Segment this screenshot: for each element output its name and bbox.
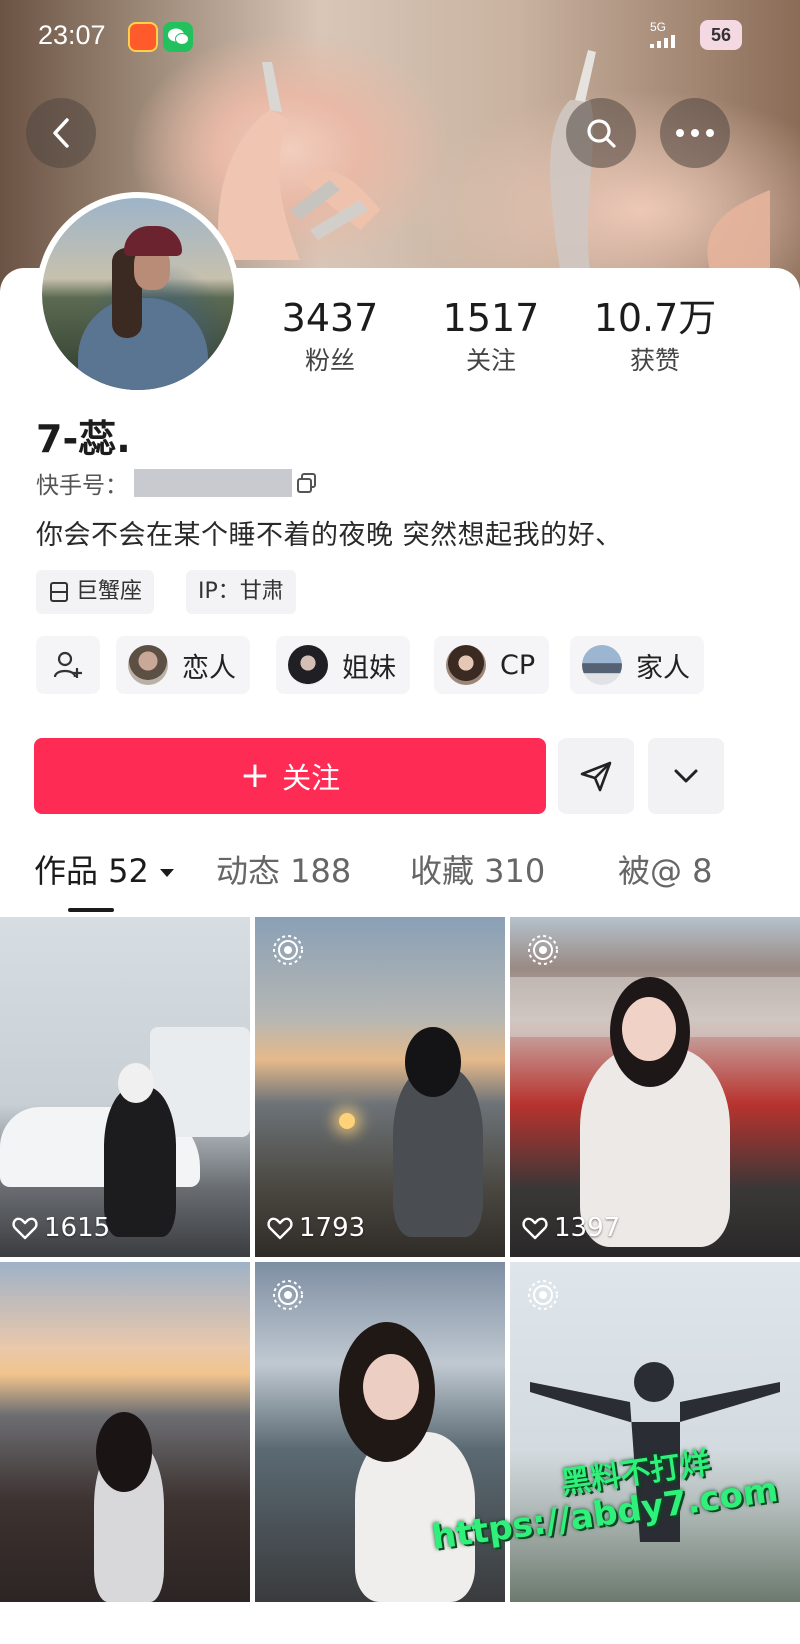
relation-label: 家人 [636, 652, 690, 684]
relation-avatar [446, 645, 486, 685]
stat-value: 1517 [442, 296, 540, 340]
like-count: 1793 [267, 1213, 365, 1243]
ip-location-tag: IP：甘肃 [186, 570, 296, 614]
stat-label: 获赞 [629, 346, 680, 375]
stat-value: 3437 [281, 296, 379, 340]
relation-avatar [128, 645, 168, 685]
more-options-dropdown[interactable] [648, 738, 724, 814]
like-count-value: 1793 [299, 1213, 366, 1243]
signal-icon: 5G [650, 20, 680, 48]
live-photo-icon [528, 935, 558, 965]
zodiac-tag: 巨蟹座 [36, 570, 155, 614]
relation-label: 恋人 [182, 652, 236, 684]
add-friend-icon [53, 651, 82, 678]
relationship-row: 恋人 姐妹 CP 家人 [0, 636, 800, 696]
relation-avatar [288, 645, 328, 685]
wechat-notification-icon [163, 22, 193, 52]
stat-following[interactable]: 1517 关注 [406, 296, 576, 378]
user-id-redacted [134, 469, 292, 497]
active-tab-indicator [68, 908, 114, 912]
copy-icon[interactable] [296, 472, 318, 494]
more-icon [676, 129, 714, 137]
relation-family[interactable]: 家人 [570, 636, 704, 694]
username: 7-蕊. [36, 417, 131, 461]
banner-photo-decoration [550, 50, 770, 280]
heart-icon [522, 1217, 548, 1240]
like-count: 1615 [12, 1213, 110, 1243]
relation-cp[interactable]: CP [434, 636, 550, 694]
back-icon [53, 118, 69, 148]
add-relation-button[interactable] [36, 636, 100, 694]
send-icon [580, 761, 612, 792]
profile-stats: 3437 粉丝 1517 关注 10.7万 获赞 [0, 296, 800, 376]
ip-text: IP：甘肃 [198, 579, 284, 604]
like-count: 1397 [522, 1213, 620, 1243]
relation-sister[interactable]: 姐妹 [276, 636, 410, 694]
more-button[interactable] [660, 98, 730, 168]
post-grid: 1615 1793 1397 [0, 917, 800, 1644]
post-thumbnail[interactable]: 1615 [0, 917, 250, 1257]
relation-avatar [582, 645, 622, 685]
like-count-value: 1615 [44, 1213, 111, 1243]
tab-favorites[interactable]: 收藏 310 [410, 846, 545, 892]
post-thumbnail[interactable]: 1793 [255, 917, 505, 1257]
heart-icon [267, 1217, 293, 1240]
stat-fans[interactable]: 3437 粉丝 [245, 296, 415, 378]
live-photo-icon [528, 1280, 558, 1310]
follow-button[interactable]: + 关注 [34, 738, 546, 814]
tab-label: 作品 52 [34, 852, 149, 890]
user-id-label: 快手号： [36, 473, 128, 499]
send-message-button[interactable] [558, 738, 634, 814]
follow-label: 关注 [282, 761, 341, 795]
battery-indicator: 56 [700, 20, 742, 50]
watermark: 黑料不打烊 https://abdy7.com [420, 1446, 790, 1558]
notification-app-icon [128, 22, 158, 52]
plus-icon: + [239, 755, 271, 796]
stat-label: 粉丝 [304, 346, 355, 375]
chevron-down-icon [674, 769, 698, 783]
post-thumbnail[interactable]: 1397 [510, 917, 800, 1257]
stat-likes[interactable]: 10.7万 获赞 [570, 296, 740, 378]
zodiac-text: 巨蟹座 [76, 579, 143, 604]
search-button[interactable] [566, 98, 636, 168]
content-tabs: 作品 52 动态 188 收藏 310 被@ 8 [0, 846, 800, 916]
tab-moments[interactable]: 动态 188 [216, 846, 351, 892]
stat-label: 关注 [465, 346, 516, 375]
caret-down-icon [160, 869, 175, 877]
like-count-value: 1397 [554, 1213, 621, 1243]
tab-label: 收藏 310 [410, 852, 546, 890]
bio: 你会不会在某个睡不着的夜晚 突然想起我的好、 [36, 520, 623, 551]
heart-icon [12, 1217, 38, 1240]
zodiac-icon [50, 582, 68, 602]
back-button[interactable] [26, 98, 96, 168]
hand-nails-decoration [218, 62, 380, 260]
relation-lover[interactable]: 恋人 [116, 636, 250, 694]
search-icon [587, 119, 616, 148]
post-thumbnail[interactable] [0, 1262, 250, 1602]
tab-label: 动态 188 [216, 852, 352, 890]
tab-works[interactable]: 作品 52 [34, 846, 175, 892]
tab-mentions[interactable]: 被@ 8 [618, 846, 713, 892]
relation-label: 姐妹 [342, 652, 396, 684]
tab-label: 被@ 8 [618, 852, 713, 890]
live-photo-icon [273, 935, 303, 965]
status-time: 23:07 [38, 20, 106, 50]
live-photo-icon [273, 1280, 303, 1310]
user-id-row: 快手号： [36, 466, 318, 500]
relation-label: CP [500, 649, 536, 681]
stat-value: 10.7万 [593, 296, 717, 340]
network-type: 5G [650, 20, 667, 34]
